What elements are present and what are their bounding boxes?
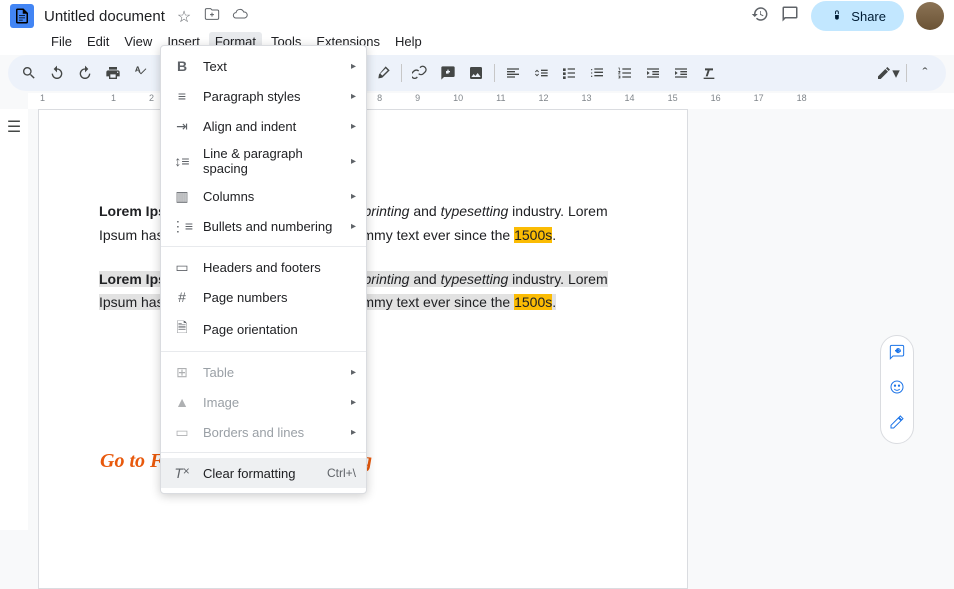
edit-mode-button[interactable]: ▾ (875, 60, 901, 86)
add-comment-icon[interactable] (435, 60, 461, 86)
menu-view[interactable]: View (118, 32, 158, 51)
search-icon[interactable] (16, 60, 42, 86)
menu-help[interactable]: Help (389, 32, 428, 51)
checklist-icon[interactable] (556, 60, 582, 86)
docs-logo[interactable] (10, 4, 34, 28)
floating-comment-bar (880, 335, 914, 444)
suggest-edit-icon[interactable] (885, 414, 909, 435)
emoji-react-icon[interactable] (885, 379, 909, 400)
format-image: ▲Image▸ (161, 387, 366, 417)
decrease-indent-icon[interactable] (640, 60, 666, 86)
line-spacing-icon[interactable] (528, 60, 554, 86)
menu-edit[interactable]: Edit (81, 32, 115, 51)
cloud-status-icon[interactable] (232, 9, 248, 26)
outline-bar: ☰ (0, 109, 28, 530)
add-comment-float-icon[interactable] (885, 344, 909, 365)
insert-link-icon[interactable] (407, 60, 433, 86)
clear-formatting-icon[interactable] (696, 60, 722, 86)
align-button[interactable] (500, 60, 526, 86)
format-columns[interactable]: ▥Columns▸ (161, 181, 366, 211)
format-bullets-and-numbering[interactable]: ⋮≡Bullets and numbering▸ (161, 211, 366, 241)
toolbar: − 15 + B I U A ▾ ˆ (8, 55, 946, 91)
format-table: ⊞Table▸ (161, 357, 366, 387)
share-label: Share (851, 9, 886, 24)
move-icon[interactable] (204, 9, 220, 26)
format-page-numbers[interactable]: #Page numbers (161, 282, 366, 312)
menu-file[interactable]: File (45, 32, 78, 51)
format-text[interactable]: BText▸ (161, 51, 366, 81)
share-button[interactable]: Share (811, 1, 904, 31)
undo-icon[interactable] (44, 60, 70, 86)
format-borders-and-lines: ▭Borders and lines▸ (161, 417, 366, 447)
menu-bar: FileEditViewInsertFormatToolsExtensionsH… (0, 32, 954, 55)
spellcheck-icon[interactable] (128, 60, 154, 86)
format-line-paragraph-spacing[interactable]: ↕≡Line & paragraph spacing▸ (161, 141, 366, 181)
format-clear-formatting[interactable]: T×Clear formattingCtrl+\ (161, 458, 366, 488)
history-icon[interactable] (751, 5, 769, 28)
print-icon[interactable] (100, 60, 126, 86)
format-align-and-indent[interactable]: ⇥Align and indent▸ (161, 111, 366, 141)
numbered-list-icon[interactable] (612, 60, 638, 86)
format-headers-and-footers[interactable]: ▭Headers and footers (161, 252, 366, 282)
outline-icon[interactable]: ☰ (7, 119, 21, 136)
title-icons: ☆ (173, 6, 252, 27)
expand-up-icon[interactable]: ˆ (912, 60, 938, 86)
increase-indent-icon[interactable] (668, 60, 694, 86)
comments-icon[interactable] (781, 5, 799, 28)
title-bar: Untitled document ☆ Share (0, 0, 954, 32)
document-title[interactable]: Untitled document (44, 8, 165, 25)
star-icon[interactable]: ☆ (177, 9, 191, 26)
bulleted-list-icon[interactable] (584, 60, 610, 86)
format-dropdown: BText▸≡Paragraph styles▸⇥Align and inden… (160, 45, 367, 494)
redo-icon[interactable] (72, 60, 98, 86)
user-avatar[interactable] (916, 2, 944, 30)
format-page-orientation[interactable]: 🗎Page orientation (161, 312, 366, 346)
insert-image-icon[interactable] (463, 60, 489, 86)
format-paragraph-styles[interactable]: ≡Paragraph styles▸ (161, 81, 366, 111)
highlight-button[interactable] (370, 60, 396, 86)
